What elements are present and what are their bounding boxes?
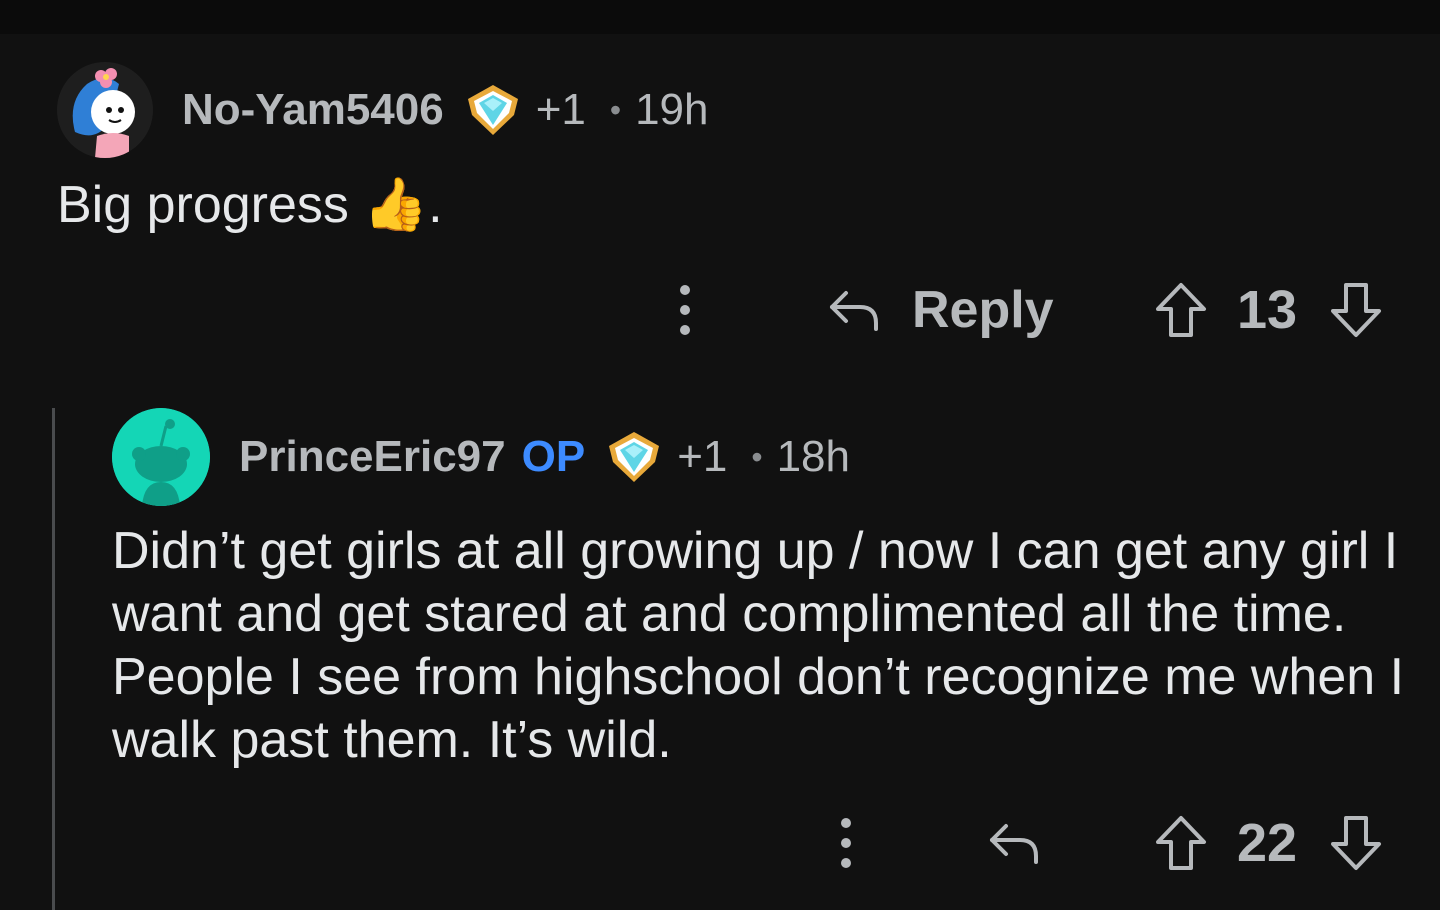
award-count: +1 bbox=[677, 432, 728, 481]
award-count: +1 bbox=[535, 85, 586, 134]
top-bar bbox=[0, 0, 1440, 34]
downvote-arrow-icon[interactable] bbox=[1329, 814, 1383, 872]
separator-dot: • bbox=[751, 438, 763, 475]
comment-actions: 22 bbox=[0, 808, 1440, 878]
username[interactable]: No-Yam5406 bbox=[182, 85, 444, 135]
timestamp: 19h bbox=[635, 85, 709, 134]
downvote-arrow-icon[interactable] bbox=[1329, 281, 1383, 339]
comment-header: PrinceEric97 OP +1 • 18h bbox=[239, 427, 850, 487]
snoo-avatar-icon bbox=[112, 408, 210, 506]
vote-score: 22 bbox=[1236, 813, 1298, 873]
comment-body: Didn’t get girls at all growing up / now… bbox=[112, 522, 1405, 769]
separator-dot: • bbox=[609, 91, 622, 128]
vote-score: 13 bbox=[1236, 280, 1298, 340]
more-vertical-icon[interactable] bbox=[675, 280, 695, 340]
username[interactable]: PrinceEric97 bbox=[239, 432, 506, 482]
timestamp: 18h bbox=[776, 432, 850, 481]
upvote-arrow-icon[interactable] bbox=[1154, 814, 1208, 872]
avatar-character-icon bbox=[57, 62, 153, 158]
comment-header: No-Yam5406 +1 • 19h bbox=[182, 80, 709, 140]
diamond-award-icon[interactable] bbox=[605, 428, 663, 486]
reply-button[interactable]: Reply bbox=[826, 275, 1054, 345]
more-vertical-icon[interactable] bbox=[836, 813, 856, 873]
comment-body: Big progress 👍. bbox=[57, 176, 443, 234]
reply-button[interactable] bbox=[986, 808, 1072, 878]
reply-label: Reply bbox=[912, 281, 1054, 339]
diamond-award-icon[interactable] bbox=[464, 81, 522, 139]
user-avatar[interactable] bbox=[57, 62, 153, 158]
upvote-arrow-icon[interactable] bbox=[1154, 281, 1208, 339]
comment-actions: Reply 13 bbox=[0, 275, 1440, 345]
user-avatar[interactable] bbox=[112, 408, 210, 506]
op-badge: OP bbox=[521, 432, 586, 481]
reply-arrow-icon bbox=[990, 824, 1038, 864]
reply-arrow-icon bbox=[830, 291, 878, 331]
